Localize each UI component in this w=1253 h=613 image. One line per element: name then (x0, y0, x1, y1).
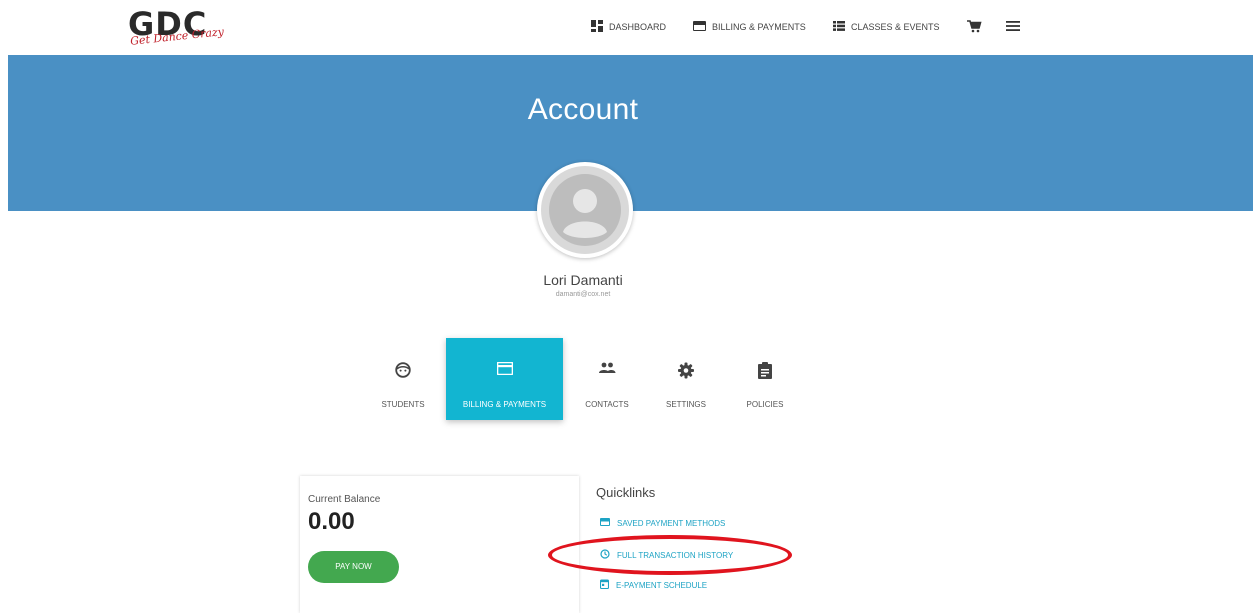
saved-payment-methods-label: SAVED PAYMENT METHODS (617, 518, 726, 528)
quicklinks-title: Quicklinks (596, 485, 656, 500)
saved-payment-methods-link[interactable]: SAVED PAYMENT METHODS (600, 518, 725, 528)
tab-settings[interactable]: SETTINGS (655, 338, 717, 420)
tab-contacts[interactable]: CONTACTS (576, 338, 638, 420)
people-icon (598, 362, 616, 376)
tab-students[interactable]: STUDENTS (372, 338, 434, 420)
credit-card-icon (496, 361, 513, 377)
user-email: damanti@cox.net (555, 291, 611, 298)
clipboard-icon (758, 362, 772, 381)
credit-card-icon (600, 518, 610, 528)
dashboard-icon (591, 20, 603, 34)
tab-policies-label: POLICIES (746, 400, 784, 409)
nav-billing-label: BILLING & PAYMENTS (712, 22, 806, 32)
nav-dashboard-label: DASHBOARD (609, 22, 667, 32)
hamburger-menu-icon[interactable] (1006, 19, 1020, 33)
nav-dashboard[interactable]: DASHBOARD (591, 18, 666, 36)
avatar-placeholder-icon (541, 166, 629, 254)
balance-label: Current Balance (308, 494, 381, 505)
account-banner (8, 55, 1253, 211)
tab-contacts-label: CONTACTS (585, 400, 629, 409)
balance-value: 0.00 (308, 508, 355, 535)
calendar-icon (599, 579, 610, 591)
gdc-logo[interactable]: GDC Get Dance Crazy (128, 6, 225, 48)
list-icon (833, 21, 845, 33)
tab-settings-label: SETTINGS (665, 400, 706, 409)
user-name: Lori Damanti (543, 272, 623, 288)
page-title: Account (527, 93, 639, 126)
tab-policies[interactable]: POLICIES (734, 338, 796, 420)
current-balance-card: Current Balance 0.00 PAY NOW (300, 476, 579, 613)
cart-icon[interactable] (966, 18, 982, 34)
tab-billing-label: BILLING & PAYMENTS (462, 400, 547, 409)
credit-card-icon (693, 21, 706, 33)
annotation-highlight-circle (548, 535, 792, 575)
nav-billing-payments[interactable]: BILLING & PAYMENTS (693, 18, 806, 36)
top-navigation-bar: GDC Get Dance Crazy DASHBOARD BILLING & … (0, 0, 1253, 54)
avatar[interactable] (537, 162, 633, 258)
tab-billing-payments[interactable]: BILLING & PAYMENTS (446, 338, 563, 420)
e-payment-schedule-label: E-PAYMENT SCHEDULE (616, 580, 708, 590)
pay-now-button[interactable]: PAY NOW (308, 551, 399, 583)
tab-students-label: STUDENTS (381, 400, 425, 409)
nav-classes-label: CLASSES & EVENTS (851, 22, 940, 32)
face-icon (395, 362, 411, 380)
nav-classes-events[interactable]: CLASSES & EVENTS (833, 18, 940, 36)
gear-icon (678, 362, 695, 381)
e-payment-schedule-link[interactable]: E-PAYMENT SCHEDULE (599, 579, 708, 591)
